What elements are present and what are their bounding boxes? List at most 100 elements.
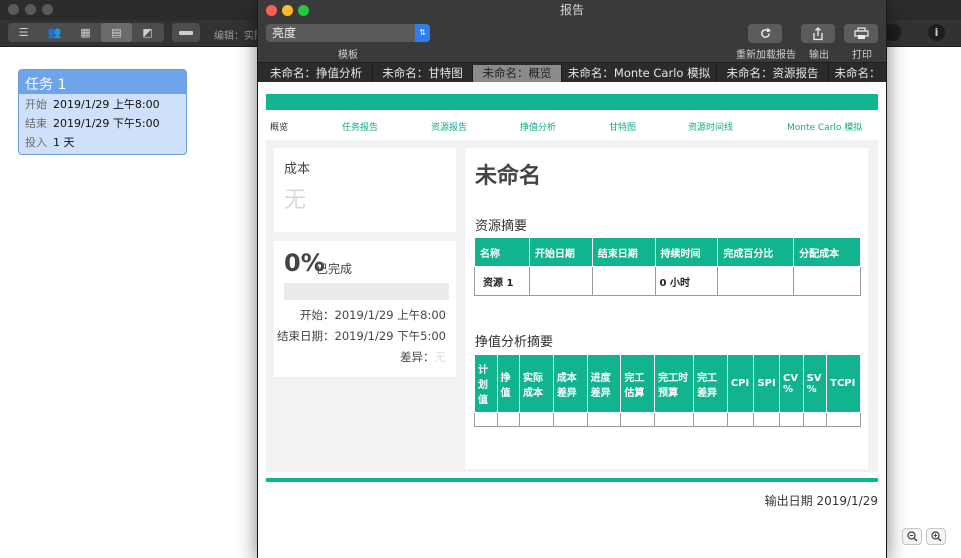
template-select[interactable]: 亮度 ⇅ — [266, 24, 430, 42]
baseline-button[interactable] — [172, 23, 200, 42]
task-title: 任务 1 — [19, 70, 186, 94]
cost-label: 成本 — [284, 162, 311, 177]
resource-view-icon[interactable]: 👥 — [39, 23, 70, 42]
tab-more[interactable]: 未命名： — [829, 65, 886, 82]
col-vac: 完工差异 — [693, 354, 728, 413]
end-info: 结束日期：2019/1/29 下午5:00 — [277, 329, 446, 343]
nav-resource-timeline[interactable]: 资源时间线 — [688, 120, 733, 133]
task-effort-row: 投入 1 天 — [19, 132, 186, 151]
start-info: 开始：2019/1/29 上午8:00 — [300, 308, 446, 322]
col-name: 名称 — [474, 237, 530, 267]
share-icon — [813, 26, 823, 40]
gantt-view-icon[interactable]: ▤ — [101, 23, 132, 42]
table-cell — [474, 412, 498, 427]
table-cell — [654, 412, 695, 427]
view-switcher[interactable]: ☰ 👥 ▦ ▤ ◩ — [8, 23, 164, 42]
tab-resource-report[interactable]: 未命名：资源报告 — [717, 65, 829, 82]
ev-summary-title: 挣值分析摘要 — [475, 335, 554, 350]
task-effort-key: 投入 — [25, 135, 47, 149]
task-end-row: 结束 2019/1/29 下午5:00 — [19, 113, 186, 132]
zoom-window-button[interactable] — [42, 4, 53, 15]
task-card[interactable]: 任务 1 开始 2019/1/29 上午8:00 结束 2019/1/29 下午… — [18, 69, 187, 155]
task-start-value: 2019/1/29 上午8:00 — [53, 97, 160, 111]
nav-gantt[interactable]: 甘特图 — [609, 120, 636, 133]
percent-complete-suffix: 已完成 — [316, 262, 353, 276]
table-cell — [586, 412, 622, 427]
export-button[interactable] — [801, 24, 835, 43]
close-button[interactable] — [266, 5, 277, 16]
col-end: 结束日期 — [591, 237, 656, 267]
col-spi: SPI — [753, 354, 781, 413]
calendar-view-icon[interactable]: ▦ — [70, 23, 101, 42]
variance-info: 差异：无 — [400, 349, 446, 365]
col-percent: 完成百分比 — [717, 237, 795, 267]
cost-value: 无 — [284, 188, 307, 213]
col-duration: 持续时间 — [654, 237, 719, 267]
nav-earned-value[interactable]: 挣值分析 — [520, 120, 556, 133]
table-row: 资源 1 0 小时 — [474, 266, 861, 296]
zoom-in-button[interactable] — [926, 528, 946, 545]
export-label: 输出 — [809, 50, 829, 61]
nav-task-report[interactable]: 任务报告 — [342, 120, 378, 133]
reload-report-label: 重新加载报告 — [736, 50, 796, 61]
table-cell — [793, 266, 861, 296]
col-start: 开始日期 — [528, 237, 593, 267]
zoom-button[interactable] — [298, 5, 309, 16]
col-schedule-variance: 进度差异 — [586, 354, 622, 413]
tab-monte-carlo[interactable]: 未命名：Monte Carlo 模拟 — [562, 65, 717, 82]
table-cell: 0 小时 — [654, 266, 719, 296]
report-panel: 成本 无 0% 已完成 开始：2019/1/29 上午8:00 结束日期：201… — [266, 140, 878, 472]
close-window-button[interactable] — [8, 4, 19, 15]
table-cell — [552, 412, 588, 427]
task-effort-value: 1 天 — [53, 135, 75, 149]
col-cv-percent: CV % — [779, 354, 804, 413]
col-cost-variance: 成本差异 — [552, 354, 588, 413]
nav-resource-report[interactable]: 资源报告 — [431, 120, 467, 133]
report-toolbar: 亮度 ⇅ 模板 重新加载报告 输出 打印 — [258, 20, 886, 62]
variance-value: 无 — [434, 350, 447, 364]
zoom-out-button[interactable] — [902, 528, 922, 545]
col-bac: 完工时预算 — [654, 354, 695, 413]
table-cell — [802, 412, 828, 427]
table-cell — [826, 412, 861, 427]
col-cpi: CPI — [726, 354, 755, 413]
project-title: 未命名 — [475, 164, 542, 189]
nav-monte-carlo[interactable]: Monte Carlo 模拟 — [787, 120, 862, 133]
col-planned-value: 计划值 — [474, 354, 498, 413]
report-header-bar — [266, 94, 878, 110]
edit-mode-label: 编辑：实际 — [214, 31, 264, 42]
progress-card: 0% 已完成 开始：2019/1/29 上午8:00 结束日期：2019/1/2… — [274, 241, 456, 377]
table-cell: 资源 1 — [474, 266, 530, 296]
print-label: 打印 — [852, 50, 872, 61]
minimize-button[interactable] — [282, 5, 293, 16]
cost-card: 成本 无 — [274, 148, 456, 232]
tab-gantt[interactable]: 未命名：甘特图 — [373, 65, 473, 82]
col-actual-cost: 实际成本 — [519, 354, 554, 413]
report-footer-bar — [266, 478, 878, 482]
zoom-out-icon — [906, 531, 917, 542]
outline-view-icon[interactable]: ☰ — [8, 23, 39, 42]
reload-icon — [760, 27, 771, 38]
col-eac: 完工估算 — [620, 354, 656, 413]
print-button[interactable] — [844, 24, 878, 43]
info-button[interactable]: i — [928, 24, 945, 41]
ev-table-header: 计划值 挣值 实际成本 成本差异 进度差异 完工估算 完工时预算 完工差异 CP… — [474, 354, 861, 413]
table-cell — [496, 412, 521, 427]
task-start-row: 开始 2019/1/29 上午8:00 — [19, 94, 186, 113]
resource-summary-title: 资源摘要 — [475, 219, 528, 234]
report-window: 报告 亮度 ⇅ 模板 重新加载报告 输出 打印 未命名：挣值分析 未命名：甘特图… — [258, 0, 886, 558]
summary-card: 未命名 资源摘要 名称 开始日期 结束日期 持续时间 完成百分比 分配成本 资源… — [465, 148, 868, 469]
minimize-window-button[interactable] — [25, 4, 36, 15]
nav-overview[interactable]: 概览 — [270, 120, 288, 133]
network-view-icon[interactable]: ◩ — [132, 23, 163, 42]
task-end-value: 2019/1/29 下午5:00 — [53, 116, 160, 130]
col-earned-value: 挣值 — [496, 354, 521, 413]
progress-bar — [284, 283, 449, 300]
reload-report-button[interactable] — [748, 24, 782, 43]
ev-summary-table: 计划值 挣值 实际成本 成本差异 进度差异 完工估算 完工时预算 完工差异 CP… — [474, 354, 861, 427]
report-tab-bar: 未命名：挣值分析 未命名：甘特图 未命名：概览 未命名：Monte Carlo … — [258, 62, 886, 82]
status-indicator-icon — [884, 24, 901, 41]
template-label: 模板 — [338, 50, 358, 61]
tab-overview[interactable]: 未命名：概览 — [473, 65, 562, 82]
tab-earned-value[interactable]: 未命名：挣值分析 — [260, 65, 373, 82]
